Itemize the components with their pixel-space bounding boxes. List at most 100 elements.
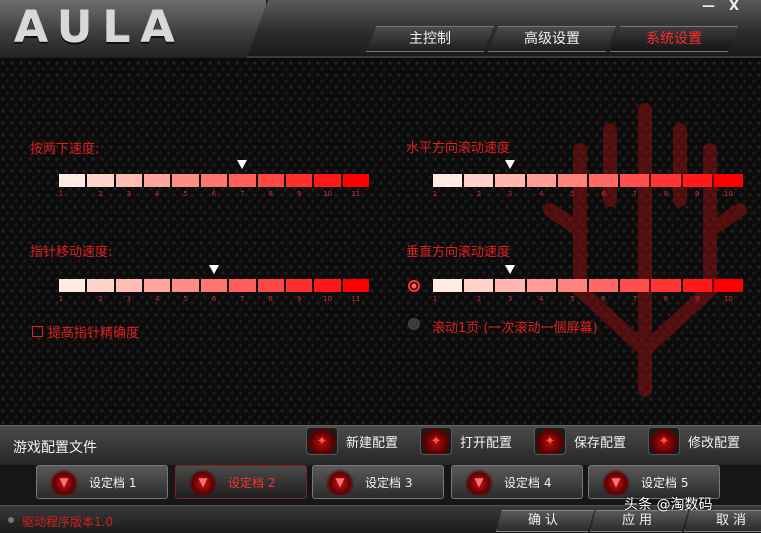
profile-section-title: 游戏配置文件 (13, 440, 97, 456)
enhance-precision-option[interactable]: 提高指针精确度 (32, 322, 139, 341)
slider-thumb[interactable] (237, 160, 248, 169)
slider-tick-label: 5 (183, 190, 188, 198)
tab-system-settings[interactable]: 系统设置 (610, 26, 738, 52)
slider-segment[interactable] (495, 174, 525, 187)
new-icon: ✦ (306, 427, 338, 455)
slider-segment[interactable] (314, 174, 341, 187)
vertical-scroll-label: 垂直方向滚动速度 (406, 245, 511, 260)
slider-segment[interactable] (257, 174, 284, 187)
slider-segment[interactable] (713, 279, 743, 292)
slider-tick-label: 10 (322, 295, 332, 303)
slider-tick-label: 10 (723, 190, 733, 198)
slider-track[interactable] (433, 279, 745, 292)
new-profile-button[interactable]: ✦ 新建配置 (306, 427, 420, 455)
minimize-button[interactable]: — (702, 0, 715, 16)
slider-segment[interactable] (200, 279, 228, 292)
aula-emblem-icon: ▼ (464, 469, 494, 495)
slider-tick-label: 2 (476, 190, 482, 198)
profile-slot-label: 设定档 5 (641, 475, 689, 490)
slider-segment[interactable] (314, 279, 341, 292)
profile-slot-label: 设定档 4 (504, 475, 552, 490)
system-settings-panel: 按两下速度: 1 2 3 4 5 6 7 8 9 10 11 指针移动速度: 1 2 3 4 5 6 7 8 9 10… (0, 60, 761, 425)
slider-segment[interactable] (495, 279, 525, 292)
aula-emblem-icon: ▼ (601, 469, 631, 495)
enhance-precision-checkbox[interactable] (32, 326, 43, 337)
slider-segment[interactable] (464, 174, 494, 187)
slider-track[interactable] (59, 279, 371, 292)
slider-tick-label: 8 (268, 295, 273, 303)
confirm-button[interactable]: 确认 (496, 510, 594, 532)
double-click-speed-slider[interactable]: 1 2 3 4 5 6 7 8 9 10 11 (59, 160, 371, 198)
slider-tick-label: 3 (507, 295, 513, 303)
slider-tick-label: 4 (155, 295, 160, 303)
slider-segment[interactable] (620, 174, 650, 187)
profile-slot-label: 设定档 3 (365, 475, 413, 490)
pointer-speed-slider[interactable]: 1 2 3 4 5 6 7 8 9 10 11 (59, 265, 371, 303)
slider-segment[interactable] (342, 279, 369, 292)
profile-slot-1[interactable]: ▼ 设定档 1 (36, 465, 168, 499)
slider-tick-label: 11 (351, 295, 361, 303)
slider-segment[interactable] (229, 174, 256, 187)
slider-tick-label: 4 (538, 190, 544, 198)
slider-thumb[interactable] (505, 265, 515, 274)
watermark: 头条 @淘数码 (624, 497, 713, 513)
slider-segment[interactable] (682, 174, 712, 187)
slider-segment[interactable] (59, 174, 86, 187)
profile-slot-4[interactable]: ▼ 设定档 4 (451, 465, 583, 499)
slider-tick-label: 1 (58, 190, 64, 198)
slider-tick-label: 6 (211, 295, 217, 303)
aula-emblem-icon (543, 103, 747, 397)
slider-segment[interactable] (285, 279, 313, 292)
slider-segment[interactable] (87, 174, 114, 187)
horizontal-scroll-slider[interactable]: 1 2 3 4 5 6 7 8 9 10 (433, 160, 745, 198)
slider-segment[interactable] (651, 174, 681, 187)
slider-segment[interactable] (464, 279, 494, 292)
profile-slot-2[interactable]: ▼ 设定档 2 (175, 465, 307, 499)
slider-thumb[interactable] (505, 160, 515, 169)
slider-segment[interactable] (433, 174, 463, 187)
edit-profile-button[interactable]: ✦ 修改配置 (648, 427, 761, 455)
profile-slot-3[interactable]: ▼ 设定档 3 (312, 465, 444, 499)
open-profile-button[interactable]: ✦ 打开配置 (420, 427, 534, 455)
slider-segment[interactable] (557, 279, 587, 292)
tab-main-control[interactable]: 主控制 (366, 26, 494, 52)
slider-tick-label: 2 (98, 190, 103, 198)
slider-segment[interactable] (200, 174, 228, 187)
window-controls: — X (702, 0, 739, 16)
slider-segment[interactable] (257, 279, 284, 292)
slider-segment[interactable] (588, 174, 619, 187)
slider-segment[interactable] (285, 174, 313, 187)
slider-ticks: 1 2 3 4 5 6 7 8 9 10 (433, 190, 743, 198)
save-profile-button[interactable]: ✦ 保存配置 (534, 427, 648, 455)
slider-segment[interactable] (557, 174, 587, 187)
slider-segment[interactable] (115, 279, 143, 292)
slider-segment[interactable] (115, 174, 143, 187)
open-profile-label: 打开配置 (460, 435, 513, 451)
vertical-scroll-slider[interactable]: 1 2 3 4 5 6 7 8 9 10 (433, 265, 745, 303)
slider-segment[interactable] (651, 279, 681, 292)
scroll-page-radio[interactable] (408, 318, 420, 330)
slider-segment[interactable] (588, 279, 619, 292)
slider-segment[interactable] (87, 279, 114, 292)
vertical-scroll-radio[interactable] (408, 280, 420, 292)
slider-segment[interactable] (172, 174, 199, 187)
slider-track[interactable] (433, 174, 745, 187)
close-button[interactable]: X (729, 0, 739, 16)
slider-segment[interactable] (144, 279, 171, 292)
slider-segment[interactable] (229, 279, 256, 292)
slider-segment[interactable] (713, 174, 743, 187)
slider-tick-label: 4 (155, 190, 160, 198)
slider-track[interactable] (59, 174, 371, 187)
slider-thumb[interactable] (209, 265, 219, 274)
slider-segment[interactable] (682, 279, 712, 292)
slider-segment[interactable] (526, 174, 556, 187)
slider-segment[interactable] (59, 279, 86, 292)
slider-segment[interactable] (342, 174, 369, 187)
new-profile-label: 新建配置 (346, 435, 399, 451)
slider-segment[interactable] (144, 174, 171, 187)
slider-segment[interactable] (526, 279, 556, 292)
slider-segment[interactable] (620, 279, 650, 292)
tab-advanced-settings[interactable]: 高级设置 (488, 26, 616, 52)
slider-segment[interactable] (433, 279, 463, 292)
slider-segment[interactable] (172, 279, 199, 292)
